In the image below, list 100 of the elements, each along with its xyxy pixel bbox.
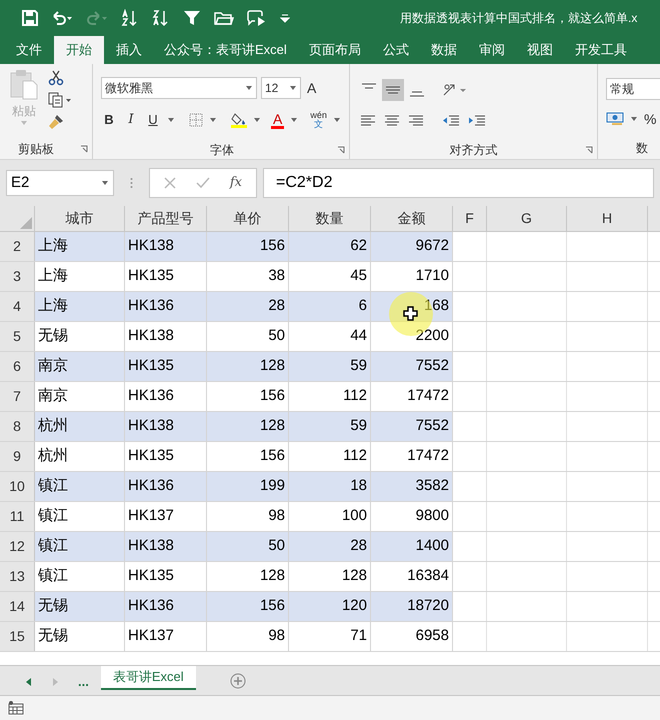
sort-ascending-icon[interactable] [121, 9, 139, 27]
table-cell: 7552 [371, 352, 453, 381]
table-cell: HK138 [125, 232, 207, 261]
phonetic-button[interactable]: wén 文 [310, 111, 327, 129]
drag-handle-icon[interactable] [130, 177, 133, 189]
ribbon-tab[interactable]: 开始 [54, 36, 104, 64]
caret-icon[interactable] [630, 116, 638, 122]
group-label: 字体 [210, 142, 234, 159]
ribbon-tab[interactable]: 公众号：表哥讲Excel [154, 36, 297, 64]
table-cell: 128 [207, 352, 289, 381]
dialog-launcher-icon[interactable] [585, 146, 593, 154]
align-left-icon[interactable] [360, 114, 376, 128]
row-header[interactable]: 9 [0, 442, 35, 471]
folder-icon[interactable] [214, 10, 234, 26]
sheet-tab[interactable]: 表哥讲Excel [100, 666, 196, 690]
row-header[interactable]: 10 [0, 472, 35, 501]
row-header[interactable]: 4 [0, 292, 35, 321]
crosshair-cursor-icon [403, 306, 418, 321]
column-header[interactable]: 城市 [35, 206, 125, 231]
row-header[interactable]: 14 [0, 592, 35, 621]
sort-descending-icon[interactable] [152, 9, 170, 27]
row-header[interactable]: 13 [0, 562, 35, 591]
italic-button[interactable]: I [123, 110, 139, 130]
caret-icon[interactable] [245, 86, 253, 90]
format-painter-icon[interactable] [48, 114, 64, 130]
row-header[interactable]: 5 [0, 322, 35, 351]
table-cell: 18 [289, 472, 371, 501]
table-cell: 无锡 [35, 592, 125, 621]
add-sheet-icon[interactable] [230, 673, 246, 689]
column-header[interactable]: 金额 [371, 206, 453, 231]
caret-icon[interactable] [253, 118, 261, 122]
column-header[interactable]: H [567, 206, 648, 231]
grow-font-button[interactable]: A [305, 78, 318, 98]
scroll-left-icon[interactable] [26, 678, 32, 686]
ribbon-tab[interactable]: 文件 [6, 36, 52, 64]
font-size-field[interactable]: 12 [261, 77, 301, 99]
row-header[interactable]: 12 [0, 532, 35, 561]
column-header[interactable]: 产品型号 [125, 206, 207, 231]
dialog-launcher-icon[interactable] [80, 145, 88, 153]
filter-icon[interactable] [183, 10, 201, 26]
table-cell: 上海 [35, 232, 125, 261]
copy-icon[interactable] [48, 92, 72, 108]
table-cell: 59 [289, 412, 371, 441]
insert-function-button[interactable]: fx [230, 173, 242, 193]
align-center-icon[interactable] [384, 114, 400, 128]
caret-icon[interactable] [332, 118, 341, 122]
ribbon-tab[interactable]: 插入 [106, 36, 152, 64]
column-header[interactable]: F [453, 206, 487, 231]
formula-field[interactable]: =C2*D2 [263, 168, 654, 198]
column-header[interactable]: 单价 [207, 206, 289, 231]
scissors-icon[interactable] [48, 70, 64, 86]
group-label: 对齐方式 [450, 142, 498, 159]
checkmark-icon[interactable] [196, 177, 210, 189]
ribbon-tab[interactable]: 开发工具 [564, 36, 637, 64]
table-cell: 18720 [371, 592, 453, 621]
caret-icon[interactable] [101, 180, 109, 186]
font-color-button[interactable]: A [271, 112, 284, 128]
borders-icon[interactable] [189, 113, 203, 127]
more-sheets-button[interactable]: ... [78, 672, 89, 692]
fill-color-icon[interactable] [231, 112, 247, 128]
ribbon-tab[interactable]: 公式 [372, 36, 419, 64]
align-right-icon[interactable] [408, 114, 424, 128]
column-header[interactable]: 数量 [289, 206, 371, 231]
speech-play-icon[interactable] [247, 9, 267, 27]
row-header[interactable]: 6 [0, 352, 35, 381]
row-header[interactable]: 11 [0, 502, 35, 531]
caret-icon[interactable] [290, 118, 298, 122]
ribbon-tab[interactable]: 数据 [420, 36, 467, 64]
bold-button[interactable]: B [101, 110, 117, 130]
underline-button[interactable]: U [145, 110, 161, 130]
align-middle-icon[interactable] [382, 79, 404, 101]
table-cell: 上海 [35, 262, 125, 291]
table-cell: 59 [289, 352, 371, 381]
row-header[interactable]: 3 [0, 262, 35, 291]
caret-icon[interactable] [289, 86, 297, 90]
percent-button[interactable]: % [644, 108, 656, 130]
row-header[interactable]: 2 [0, 232, 35, 261]
currency-icon[interactable] [606, 111, 624, 127]
save-icon[interactable] [22, 10, 38, 26]
ribbon-tab[interactable]: 视图 [516, 36, 563, 64]
row-header[interactable]: 15 [0, 622, 35, 651]
row-header[interactable]: 7 [0, 382, 35, 411]
undo-icon[interactable] [51, 11, 73, 25]
customize-toolbar-icon[interactable] [280, 13, 290, 23]
dialog-launcher-icon[interactable] [337, 146, 345, 154]
row-header[interactable]: 8 [0, 412, 35, 441]
ribbon-tab[interactable]: 审阅 [468, 36, 515, 64]
column-header[interactable]: G [487, 206, 567, 231]
page-layout-icon[interactable] [8, 701, 24, 715]
name-box[interactable]: E2 [6, 170, 114, 196]
decrease-indent-icon[interactable] [442, 114, 460, 128]
caret-icon[interactable] [167, 118, 175, 122]
number-format-field[interactable]: 常规 [606, 78, 660, 100]
increase-indent-icon[interactable] [468, 114, 486, 128]
table-cell: 28 [289, 532, 371, 561]
table-cell: 120 [289, 592, 371, 621]
ribbon-tab[interactable]: 页面布局 [298, 36, 371, 64]
window-title: 用数据透视表计算中国式排名，就这么简单.x [400, 10, 638, 27]
font-name-field[interactable]: 微软雅黑 [101, 77, 257, 99]
caret-icon[interactable] [209, 118, 217, 122]
